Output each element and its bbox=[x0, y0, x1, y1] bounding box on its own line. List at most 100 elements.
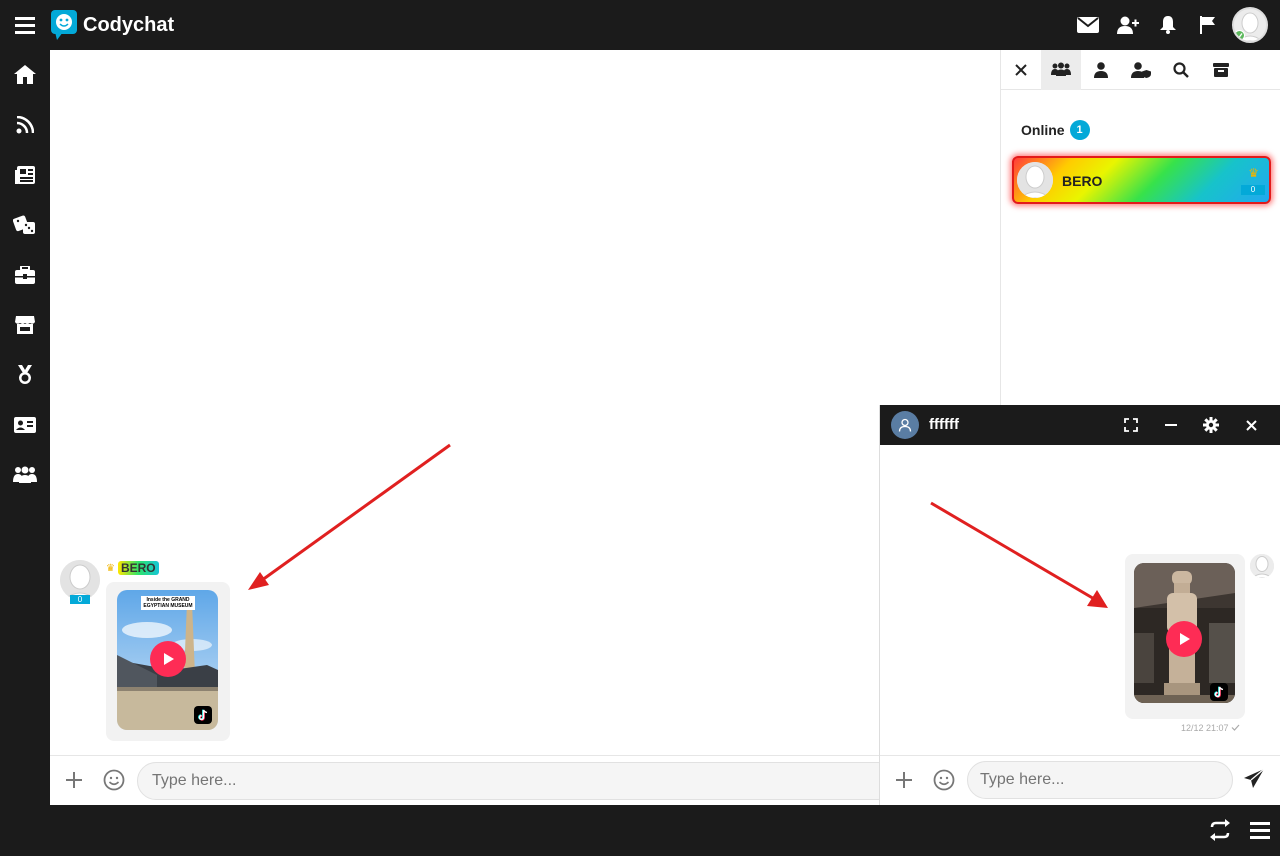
crown-icon: ♛ bbox=[106, 562, 115, 574]
tab-friends[interactable] bbox=[1081, 50, 1121, 90]
users-icon bbox=[1051, 62, 1071, 76]
timestamp-text: 12/12 21:07 bbox=[1180, 723, 1229, 733]
check-icon bbox=[1231, 724, 1240, 731]
group-icon bbox=[13, 466, 37, 483]
tab-archive[interactable] bbox=[1201, 50, 1241, 90]
message-avatar[interactable] bbox=[60, 560, 100, 600]
home-icon bbox=[14, 65, 36, 84]
play-icon bbox=[1180, 633, 1190, 645]
tiktok-video-thumbnail[interactable]: Inside the GRAND EGYPTIAN MUSEUM bbox=[117, 590, 218, 730]
online-user-item[interactable]: BERO ♛ 0 bbox=[1012, 156, 1271, 204]
online-header: Online 1 bbox=[1021, 120, 1090, 140]
app-name: Codychat bbox=[83, 13, 175, 36]
sidebar-item-home[interactable] bbox=[0, 50, 50, 100]
user-list-avatar bbox=[1017, 162, 1053, 198]
contact-name: ffffff bbox=[929, 416, 959, 433]
send-button[interactable] bbox=[1243, 768, 1267, 792]
close-icon bbox=[1245, 419, 1257, 431]
rank-badge: 0 bbox=[70, 595, 90, 604]
user-icon bbox=[1094, 62, 1108, 78]
sidebar-item-profile-card[interactable] bbox=[0, 400, 50, 450]
top-bar: Codychat bbox=[0, 0, 1280, 50]
notifications-button[interactable] bbox=[1148, 0, 1188, 50]
user-shield-icon bbox=[1131, 62, 1151, 78]
friend-requests-button[interactable] bbox=[1108, 0, 1148, 50]
minimize-icon bbox=[1165, 424, 1177, 426]
rss-icon bbox=[16, 116, 34, 134]
tab-search[interactable] bbox=[1161, 50, 1201, 90]
add-attachment-button[interactable] bbox=[62, 768, 86, 792]
play-button[interactable] bbox=[1166, 621, 1202, 657]
gear-icon bbox=[1203, 417, 1219, 433]
sender-avatar bbox=[1250, 554, 1274, 578]
video-caption: Inside the GRAND EGYPTIAN MUSEUM bbox=[141, 596, 195, 610]
tab-users[interactable] bbox=[1041, 50, 1081, 90]
menu-icon[interactable] bbox=[1248, 818, 1272, 842]
sidebar-item-news[interactable] bbox=[0, 150, 50, 200]
logo-icon bbox=[51, 10, 77, 40]
app-logo[interactable]: Codychat bbox=[51, 10, 174, 40]
sidebar-item-games[interactable] bbox=[0, 200, 50, 250]
tiktok-video-thumbnail[interactable] bbox=[1134, 563, 1235, 703]
tiktok-icon bbox=[1210, 683, 1228, 701]
smile-icon bbox=[103, 769, 125, 791]
id-card-icon bbox=[14, 417, 36, 433]
user-avatar[interactable] bbox=[1232, 7, 1268, 43]
emoji-button[interactable] bbox=[932, 768, 956, 792]
default-avatar-icon bbox=[60, 560, 100, 600]
bottom-bar bbox=[0, 805, 1280, 856]
play-icon bbox=[164, 653, 174, 665]
store-icon bbox=[15, 316, 35, 334]
sidebar-item-store[interactable] bbox=[0, 300, 50, 350]
message-input[interactable] bbox=[137, 762, 897, 800]
play-button[interactable] bbox=[150, 641, 186, 677]
add-friend-icon bbox=[1117, 16, 1139, 34]
expand-icon bbox=[1124, 418, 1138, 432]
tab-staff[interactable] bbox=[1121, 50, 1161, 90]
messages-button[interactable] bbox=[1068, 0, 1108, 50]
contact-avatar bbox=[891, 411, 919, 439]
flag-icon bbox=[1200, 16, 1215, 34]
bell-icon bbox=[1160, 16, 1176, 34]
sidebar-item-leaderboard[interactable] bbox=[0, 350, 50, 400]
panel-tabs bbox=[1001, 50, 1280, 90]
news-icon bbox=[15, 166, 35, 184]
username-label: BERO bbox=[117, 561, 159, 575]
sidebar-item-tools[interactable] bbox=[0, 250, 50, 300]
settings-button[interactable] bbox=[1199, 413, 1223, 437]
message-username[interactable]: ♛ BERO bbox=[106, 561, 159, 575]
online-status-icon bbox=[1234, 30, 1245, 41]
private-chat-header[interactable]: ffffff bbox=[880, 405, 1280, 445]
minimize-button[interactable] bbox=[1159, 413, 1183, 437]
left-sidebar bbox=[0, 50, 50, 805]
crown-icon: ♛ bbox=[1248, 166, 1259, 180]
online-label: Online bbox=[1021, 122, 1065, 138]
emoji-button[interactable] bbox=[102, 768, 126, 792]
close-panel-button[interactable] bbox=[1001, 50, 1041, 90]
dice-icon bbox=[13, 215, 35, 234]
annotation-arrow-left bbox=[248, 443, 451, 590]
default-avatar-icon bbox=[1017, 162, 1053, 198]
reports-button[interactable] bbox=[1188, 0, 1228, 50]
sidebar-item-feed[interactable] bbox=[0, 100, 50, 150]
close-chat-button[interactable] bbox=[1239, 413, 1263, 437]
search-icon bbox=[1173, 62, 1189, 78]
private-input-bar bbox=[880, 755, 1280, 805]
add-attachment-button[interactable] bbox=[892, 768, 916, 792]
main-input-bar bbox=[50, 755, 897, 805]
expand-button[interactable] bbox=[1119, 413, 1143, 437]
close-icon bbox=[1015, 64, 1027, 76]
sidebar-item-community[interactable] bbox=[0, 450, 50, 500]
rank-badge: 0 bbox=[1241, 185, 1265, 195]
plus-icon bbox=[896, 772, 912, 788]
top-actions bbox=[1068, 0, 1280, 50]
switch-icon[interactable] bbox=[1208, 818, 1232, 842]
annotation-arrow-right bbox=[930, 501, 1108, 608]
archive-icon bbox=[1213, 63, 1229, 77]
paper-plane-icon bbox=[1244, 768, 1265, 788]
menu-icon[interactable] bbox=[14, 14, 36, 36]
private-message-input[interactable] bbox=[967, 761, 1233, 799]
envelope-icon bbox=[1077, 17, 1099, 33]
message-timestamp: 12/12 21:07 bbox=[1181, 723, 1240, 733]
user-list-name: BERO bbox=[1062, 173, 1103, 189]
